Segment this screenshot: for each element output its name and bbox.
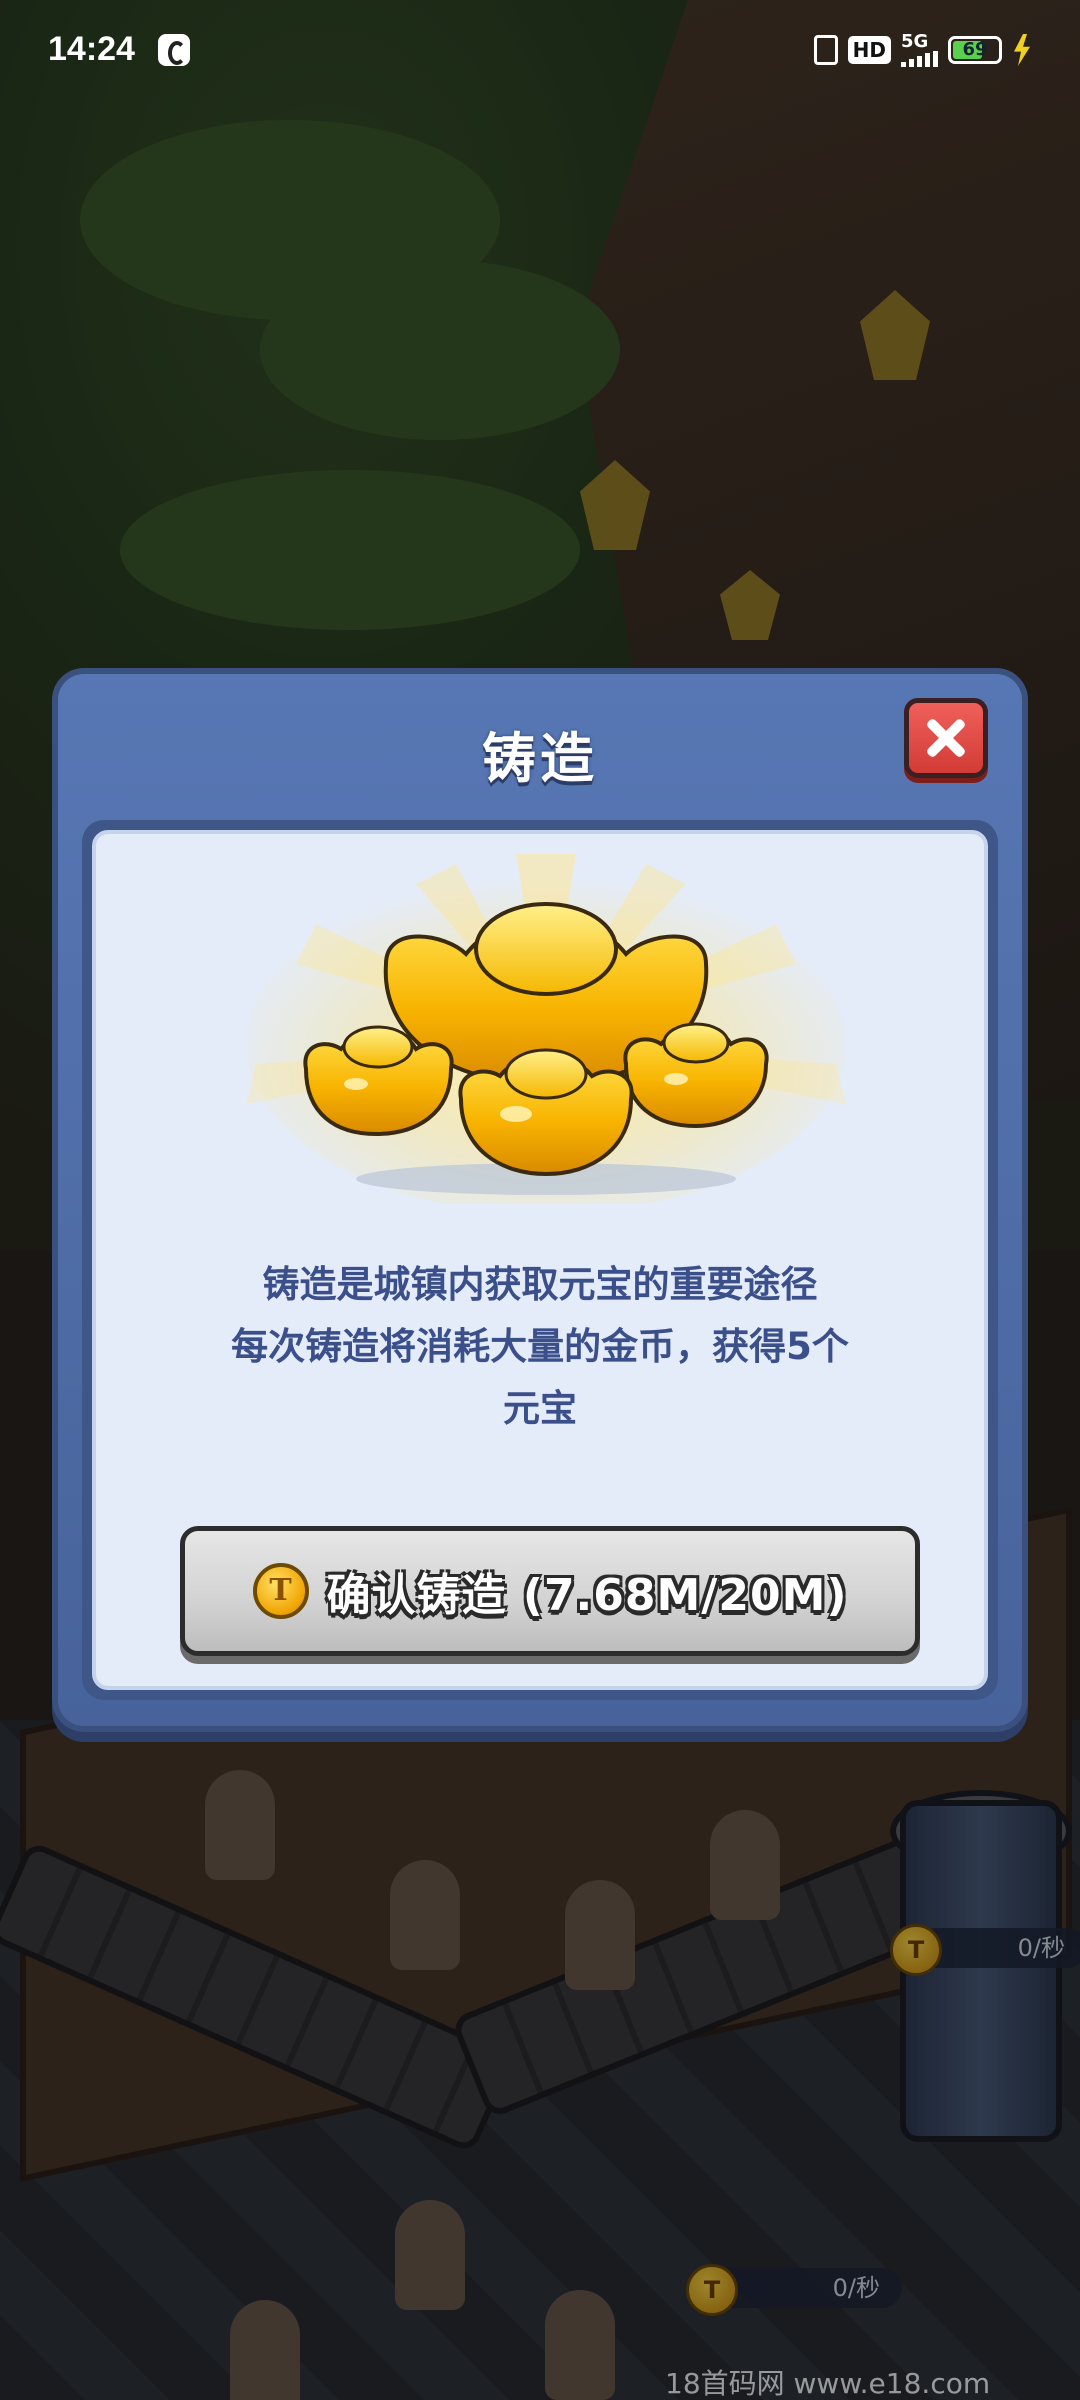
tiktok-notification-icon: [158, 34, 190, 66]
gold-ingot-illustration: [246, 854, 846, 1204]
close-button[interactable]: [904, 698, 988, 778]
hd-badge: HD: [847, 36, 891, 64]
confirm-forge-label: 确认铸造 (7.68M/20M): [326, 1570, 848, 1621]
signal-bars-icon: [901, 51, 938, 67]
close-icon: [924, 716, 968, 760]
status-icons: HD 5G 69: [813, 30, 1032, 70]
dialog-body-frame: 铸造是城镇内获取元宝的重要途径 每次铸造将消耗大量的金币，获得5个 元宝 确认铸…: [82, 820, 998, 1700]
dialog-title: 铸造: [482, 727, 598, 790]
battery-percent: 69: [962, 39, 988, 60]
confirm-forge-button[interactable]: 确认铸造 (7.68M/20M): [180, 1526, 920, 1656]
charging-bolt-icon: [1014, 34, 1030, 66]
forge-description: 铸造是城镇内获取元宝的重要途径 每次铸造将消耗大量的金币，获得5个 元宝: [136, 1254, 944, 1440]
signal-indicator: 5G: [901, 33, 938, 67]
status-bar: 14:24 HD 5G 69: [0, 0, 1080, 100]
watermark-text: 18首码网 www.e18.com: [665, 2367, 991, 2400]
description-line: 元宝: [503, 1387, 577, 1430]
description-line: 铸造是城镇内获取元宝的重要途径: [262, 1263, 818, 1306]
gold-coin-icon: [252, 1563, 309, 1619]
description-line: 每次铸造将消耗大量的金币，获得5个: [231, 1325, 849, 1368]
forge-dialog: 铸造 铸造是城镇内获取元宝的重要途径 每次铸造将消耗大量的金币，获得5个 元宝 …: [52, 668, 1028, 1732]
network-type: 5G: [901, 31, 929, 52]
vibrate-icon: [813, 35, 838, 65]
battery-icon: 69: [948, 36, 1002, 64]
clock-time: 14:24: [48, 30, 135, 68]
dialog-content-panel: 铸造是城镇内获取元宝的重要途径 每次铸造将消耗大量的金币，获得5个 元宝 确认铸…: [92, 830, 988, 1690]
